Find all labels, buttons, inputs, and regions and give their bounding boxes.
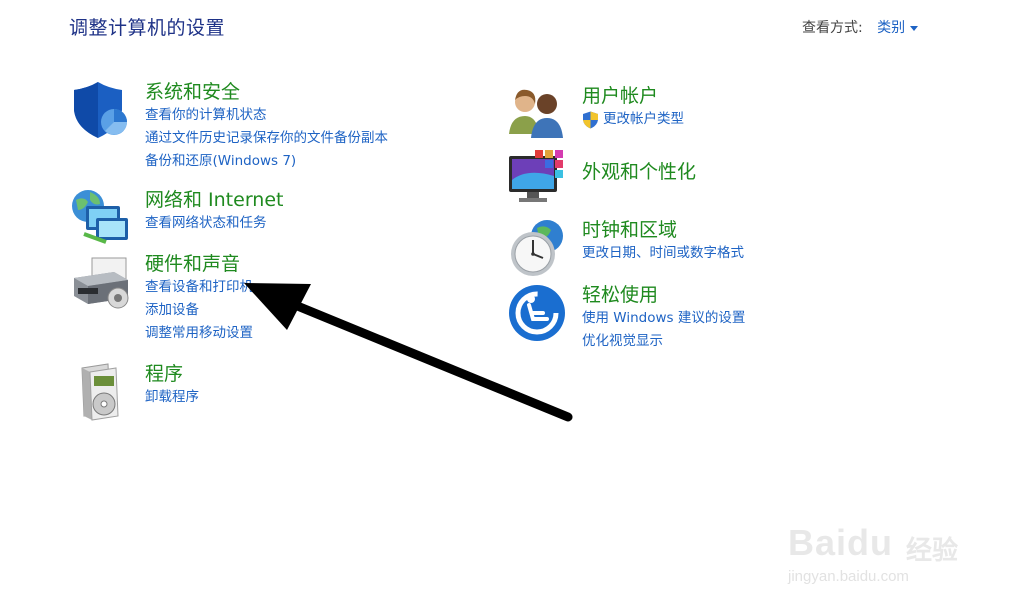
- backup-restore-link[interactable]: 备份和还原(Windows 7): [145, 150, 485, 173]
- change-account-type-label: 更改帐户类型: [603, 111, 684, 127]
- clock-region-title[interactable]: 时钟和区域: [582, 218, 922, 242]
- user-accounts-icon: [509, 89, 563, 138]
- system-security-title[interactable]: 系统和安全: [145, 80, 485, 104]
- optimize-visual-display-link[interactable]: 优化视觉显示: [582, 330, 922, 353]
- watermark-url: jingyan.baidu.com: [788, 568, 909, 585]
- view-devices-printers-link[interactable]: 查看设备和打印机: [145, 276, 485, 299]
- category-body: 硬件和声音 查看设备和打印机 添加设备 调整常用移动设置: [145, 252, 485, 345]
- baidu-watermark: Baidu 经验 jingyan.baidu.com: [788, 500, 988, 590]
- user-accounts-title[interactable]: 用户帐户: [582, 84, 922, 108]
- file-history-backup-link[interactable]: 通过文件历史记录保存你的文件备份副本: [145, 127, 485, 150]
- page-title: 调整计算机的设置: [69, 17, 226, 39]
- watermark-cn: 经验: [906, 536, 959, 566]
- programs-title[interactable]: 程序: [145, 362, 485, 386]
- view-network-status-link[interactable]: 查看网络状态和任务: [145, 212, 485, 235]
- security-shield-icon: [74, 82, 127, 138]
- category-body: 轻松使用 使用 Windows 建议的设置 优化视觉显示: [582, 283, 922, 353]
- personalization-monitor-icon: [509, 150, 563, 202]
- view-computer-status-link[interactable]: 查看你的计算机状态: [145, 104, 485, 127]
- uac-shield-icon: [583, 111, 598, 128]
- category-body: 时钟和区域 更改日期、时间或数字格式: [582, 218, 922, 265]
- network-internet-title[interactable]: 网络和 Internet: [145, 188, 485, 212]
- clock-globe-icon: [511, 220, 563, 276]
- ease-of-access-title[interactable]: 轻松使用: [582, 283, 922, 307]
- ease-of-access-icon: [509, 285, 565, 341]
- view-by-control: 查看方式: 类别: [802, 17, 919, 37]
- uninstall-program-link[interactable]: 卸载程序: [145, 386, 485, 409]
- recommended-settings-link[interactable]: 使用 Windows 建议的设置: [582, 307, 922, 330]
- mobility-settings-link[interactable]: 调整常用移动设置: [145, 322, 485, 345]
- view-by-value: 类别: [877, 20, 906, 36]
- category-body: 系统和安全 查看你的计算机状态 通过文件历史记录保存你的文件备份副本 备份和还原…: [145, 80, 485, 173]
- appearance-title[interactable]: 外观和个性化: [582, 160, 922, 184]
- control-panel-window: 调整计算机的设置 查看方式: 类别 系统和安全 查看你的计算机状态 通过文件历史…: [0, 0, 1029, 611]
- hardware-sound-title[interactable]: 硬件和声音: [145, 252, 485, 276]
- category-body: 外观和个性化: [582, 150, 922, 184]
- watermark-brand: Baidu: [788, 522, 894, 563]
- chevron-down-icon: [910, 25, 919, 31]
- category-body: 网络和 Internet 查看网络状态和任务: [145, 188, 485, 235]
- change-account-type-link[interactable]: 更改帐户类型: [582, 108, 922, 131]
- add-device-link[interactable]: 添加设备: [145, 299, 485, 322]
- category-body: 程序 卸载程序: [145, 362, 485, 409]
- view-by-label: 查看方式:: [802, 20, 863, 36]
- view-by-dropdown[interactable]: 类别: [877, 20, 919, 36]
- category-body: 用户帐户 更改帐户类型: [582, 84, 922, 131]
- network-globe-icon: [72, 190, 128, 244]
- programs-box-icon: [81, 363, 119, 421]
- printer-icon: [74, 257, 129, 309]
- change-date-time-format-link[interactable]: 更改日期、时间或数字格式: [582, 242, 922, 265]
